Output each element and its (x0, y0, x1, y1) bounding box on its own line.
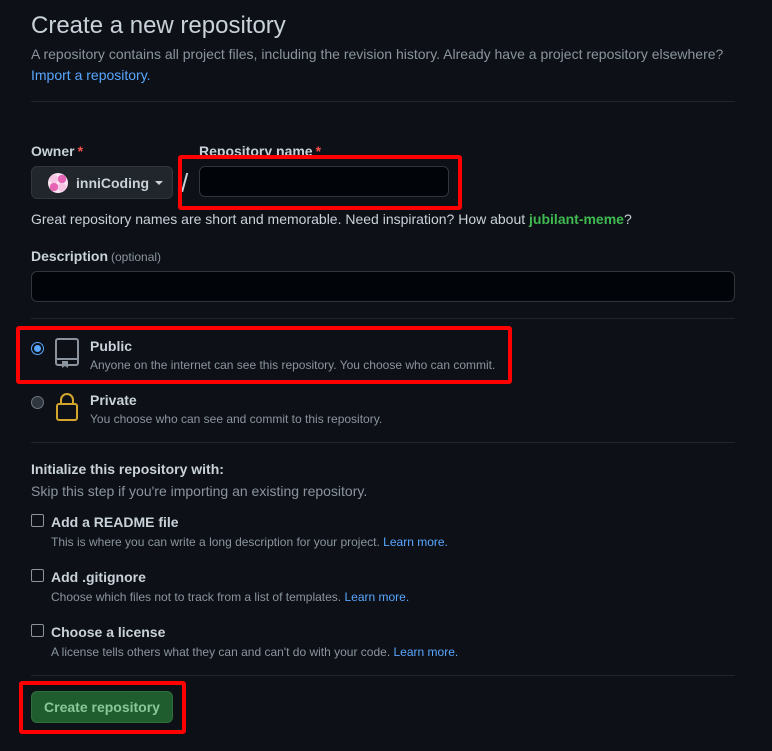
owner-dropdown[interactable]: inniCoding (31, 166, 173, 199)
chevron-down-icon (155, 180, 164, 185)
highlight-box-public (16, 326, 512, 384)
repository-name-label-text: Repository name (199, 143, 313, 159)
owner-name: inniCoding (76, 174, 150, 191)
description-label: Description (optional) (31, 248, 161, 264)
private-description: You choose who can see and commit to thi… (90, 412, 383, 426)
gitignore-checkbox[interactable] (31, 569, 44, 582)
owner-label: Owner * (31, 143, 83, 159)
private-title: Private (90, 392, 137, 408)
page-title: Create a new repository (31, 12, 286, 39)
initialize-subtitle: Skip this step if you're importing an ex… (31, 483, 368, 499)
gitignore-learn-more-link[interactable]: Learn more. (344, 590, 409, 604)
create-repository-button[interactable]: Create repository (31, 691, 173, 723)
import-repository-link[interactable]: Import a repository. (31, 67, 151, 83)
owner-label-text: Owner (31, 143, 75, 159)
license-learn-more-link[interactable]: Learn more. (394, 645, 459, 659)
description-label-text: Description (31, 248, 109, 264)
required-mark: * (315, 143, 322, 159)
license-description: A license tells others what they can and… (51, 645, 458, 659)
repo-book-icon (55, 338, 79, 368)
avatar (48, 172, 68, 193)
page-subtitle: A repository contains all project files,… (31, 44, 751, 86)
lock-icon (56, 393, 78, 421)
subtitle-text: A repository contains all project files,… (31, 46, 724, 62)
gitignore-title: Add .gitignore (51, 569, 146, 585)
divider (31, 101, 735, 102)
gitignore-description: Choose which files not to track from a l… (51, 590, 409, 604)
license-checkbox[interactable] (31, 624, 44, 637)
private-radio[interactable] (31, 396, 44, 409)
license-desc-text: A license tells others what they can and… (51, 645, 391, 659)
hint-end: ? (623, 211, 632, 227)
initialize-title: Initialize this repository with: (31, 461, 224, 477)
divider (31, 442, 735, 443)
required-mark: * (77, 143, 84, 159)
readme-title: Add a README file (51, 514, 179, 530)
public-title: Public (90, 338, 133, 354)
hint-text: Great repository names are short and mem… (31, 211, 530, 227)
optional-tag: (optional) (111, 250, 162, 264)
readme-checkbox[interactable] (31, 514, 44, 527)
readme-desc-text: This is where you can write a long descr… (51, 535, 380, 549)
public-radio[interactable] (31, 342, 44, 355)
readme-description: This is where you can write a long descr… (51, 535, 448, 549)
suggested-name-link[interactable]: jubilant-meme (529, 211, 624, 227)
description-input[interactable] (31, 271, 735, 302)
readme-learn-more-link[interactable]: Learn more. (383, 535, 448, 549)
name-suggestion-hint: Great repository names are short and mem… (31, 211, 632, 227)
repository-name-input[interactable] (199, 166, 449, 197)
gitignore-desc-text: Choose which files not to track from a l… (51, 590, 342, 604)
divider (31, 318, 735, 319)
repository-name-label: Repository name * (199, 143, 321, 159)
owner-repo-separator: / (181, 168, 189, 198)
public-description: Anyone on the internet can see this repo… (90, 358, 496, 372)
license-title: Choose a license (51, 624, 166, 640)
divider (31, 675, 735, 676)
create-repository-page: Create a new repository A repository con… (0, 0, 772, 751)
